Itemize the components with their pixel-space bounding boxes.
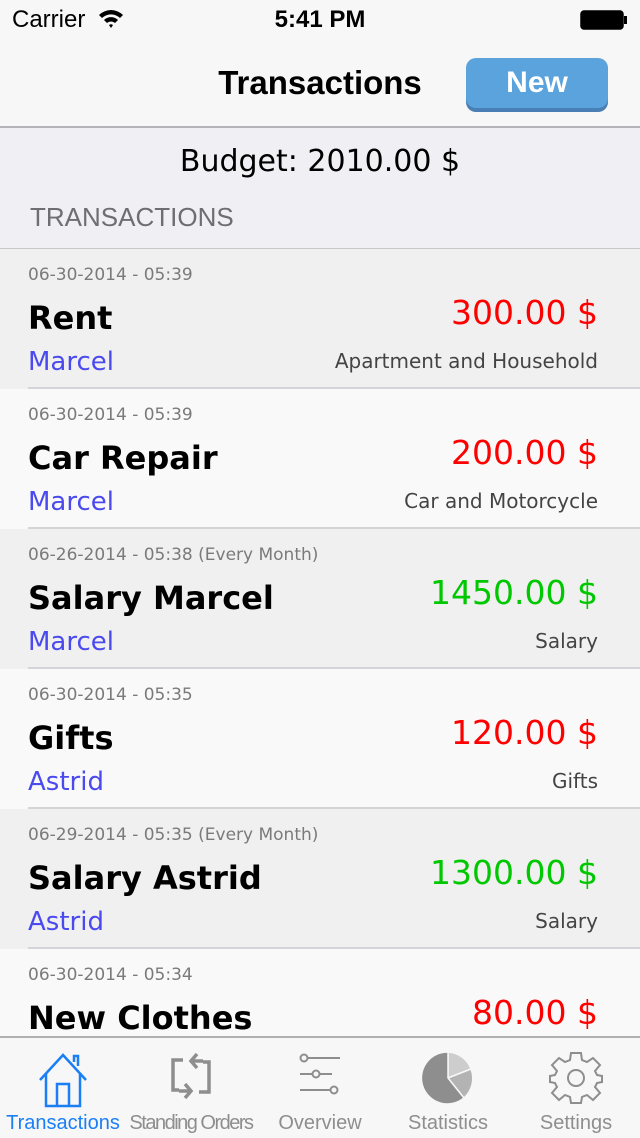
transaction-name: Salary Astrid (28, 859, 262, 897)
transaction-amount: 120.00 $ (451, 713, 598, 752)
transaction-person: Astrid (28, 767, 104, 797)
transaction-name: Rent (28, 299, 113, 337)
tab-bar: Transactions Standing Orders Overview St… (0, 1036, 640, 1136)
transaction-person: Astrid (28, 907, 104, 937)
transaction-amount: 1300.00 $ (430, 853, 598, 892)
transaction-date: 06-30-2014 - 05:39 (28, 405, 193, 425)
transaction-person: Marcel (28, 487, 114, 517)
tab-standing-orders[interactable]: Standing Orders (126, 1038, 256, 1138)
new-transaction-button[interactable]: New (466, 58, 608, 108)
tab-label: Settings (539, 1112, 613, 1134)
transaction-date: 06-30-2014 - 05:34 (28, 965, 193, 985)
transaction-date: 06-29-2014 - 05:35 (Every Month) (28, 825, 319, 845)
transaction-category: Gifts (551, 769, 598, 793)
tab-label: Overview (278, 1112, 362, 1134)
repeat-icon (165, 1050, 217, 1106)
transaction-row[interactable]: 06-26-2014 - 05:38 (Every Month) Salary … (0, 529, 640, 669)
tab-label: Transactions (6, 1112, 120, 1134)
transaction-category: Car and Motorcycle (404, 489, 598, 513)
transaction-name: Car Repair (28, 439, 218, 477)
tab-transactions[interactable]: Transactions (0, 1038, 126, 1138)
navigation-bar: Transactions New (0, 40, 640, 128)
battery-icon (580, 10, 627, 30)
home-icon (37, 1050, 89, 1112)
transaction-amount: 200.00 $ (451, 433, 598, 472)
tab-statistics[interactable]: Statistics (384, 1038, 512, 1138)
transaction-row[interactable]: 06-30-2014 - 05:39 Car Repair 200.00 $ M… (0, 389, 640, 529)
section-header: TRANSACTIONS (30, 202, 234, 232)
transaction-amount: 80.00 $ (472, 993, 598, 1032)
transactions-list[interactable]: 06-30-2014 - 05:39 Rent 300.00 $ Marcel … (0, 248, 640, 1037)
transaction-date: 06-30-2014 - 05:39 (28, 265, 193, 285)
tab-settings[interactable]: Settings (512, 1038, 640, 1138)
transaction-category: Salary (535, 629, 598, 653)
budget-label: Budget: 2010.00 $ (179, 144, 461, 179)
transaction-row[interactable]: 06-29-2014 - 05:35 (Every Month) Salary … (0, 809, 640, 949)
transaction-amount: 300.00 $ (451, 293, 598, 332)
transaction-name: Salary Marcel (28, 579, 274, 617)
transaction-amount: 1450.00 $ (430, 573, 598, 612)
budget-area: Budget: 2010.00 $ TRANSACTIONS (0, 128, 640, 248)
tab-label: Statistics (407, 1112, 489, 1134)
transaction-row[interactable]: 06-30-2014 - 05:34 New Clothes 80.00 $ (0, 949, 640, 1037)
transaction-category: Salary (535, 909, 598, 933)
gear-icon (549, 1050, 603, 1108)
status-bar: Carrier 5:41 PM (0, 0, 640, 40)
tab-overview[interactable]: Overview (256, 1038, 384, 1138)
transaction-person: Marcel (28, 347, 114, 377)
transaction-name: Gifts (28, 719, 114, 757)
tab-label: Standing Orders (129, 1112, 254, 1134)
transaction-date: 06-30-2014 - 05:35 (28, 685, 193, 705)
pie-chart-icon (420, 1050, 476, 1110)
transaction-person: Marcel (28, 627, 114, 657)
clock: 5:41 PM (274, 6, 366, 33)
sliders-icon (298, 1050, 342, 1106)
transaction-date: 06-26-2014 - 05:38 (Every Month) (28, 545, 319, 565)
transaction-row[interactable]: 06-30-2014 - 05:39 Rent 300.00 $ Marcel … (0, 249, 640, 389)
transaction-row[interactable]: 06-30-2014 - 05:35 Gifts 120.00 $ Astrid… (0, 669, 640, 809)
transaction-name: New Clothes (28, 999, 253, 1037)
transaction-category: Apartment and Household (334, 349, 598, 373)
